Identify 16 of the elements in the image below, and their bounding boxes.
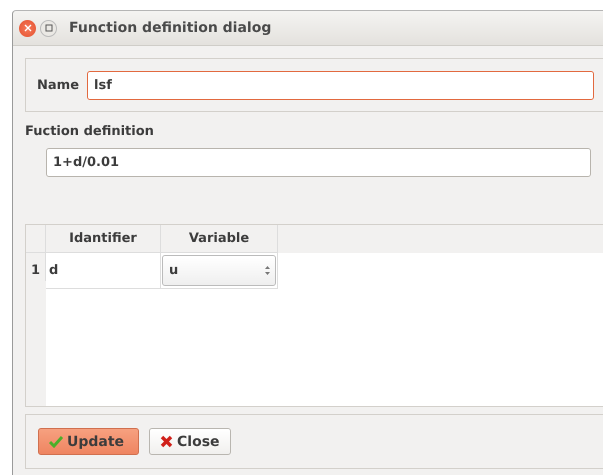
close-button[interactable]: Close — [149, 428, 231, 455]
check-icon — [49, 436, 63, 448]
maximize-icon[interactable] — [40, 20, 57, 36]
update-button[interactable]: Update — [38, 428, 139, 455]
column-header[interactable]: Idantifier — [46, 225, 161, 253]
spin-arrows-icon[interactable] — [264, 265, 271, 276]
name-label: Name — [37, 78, 80, 92]
definition-label: Fuction definition — [25, 124, 155, 139]
definition-field[interactable]: 1+d/0.01 — [46, 148, 591, 177]
column-header[interactable]: Variable — [161, 225, 278, 253]
cross-icon — [160, 435, 173, 448]
window-title: Function definition dialog — [69, 20, 272, 36]
table-cell: d — [46, 253, 161, 289]
close-icon[interactable] — [19, 20, 36, 36]
name-field[interactable]: lsf — [87, 70, 594, 100]
variable-spinbox[interactable]: u — [162, 255, 276, 286]
